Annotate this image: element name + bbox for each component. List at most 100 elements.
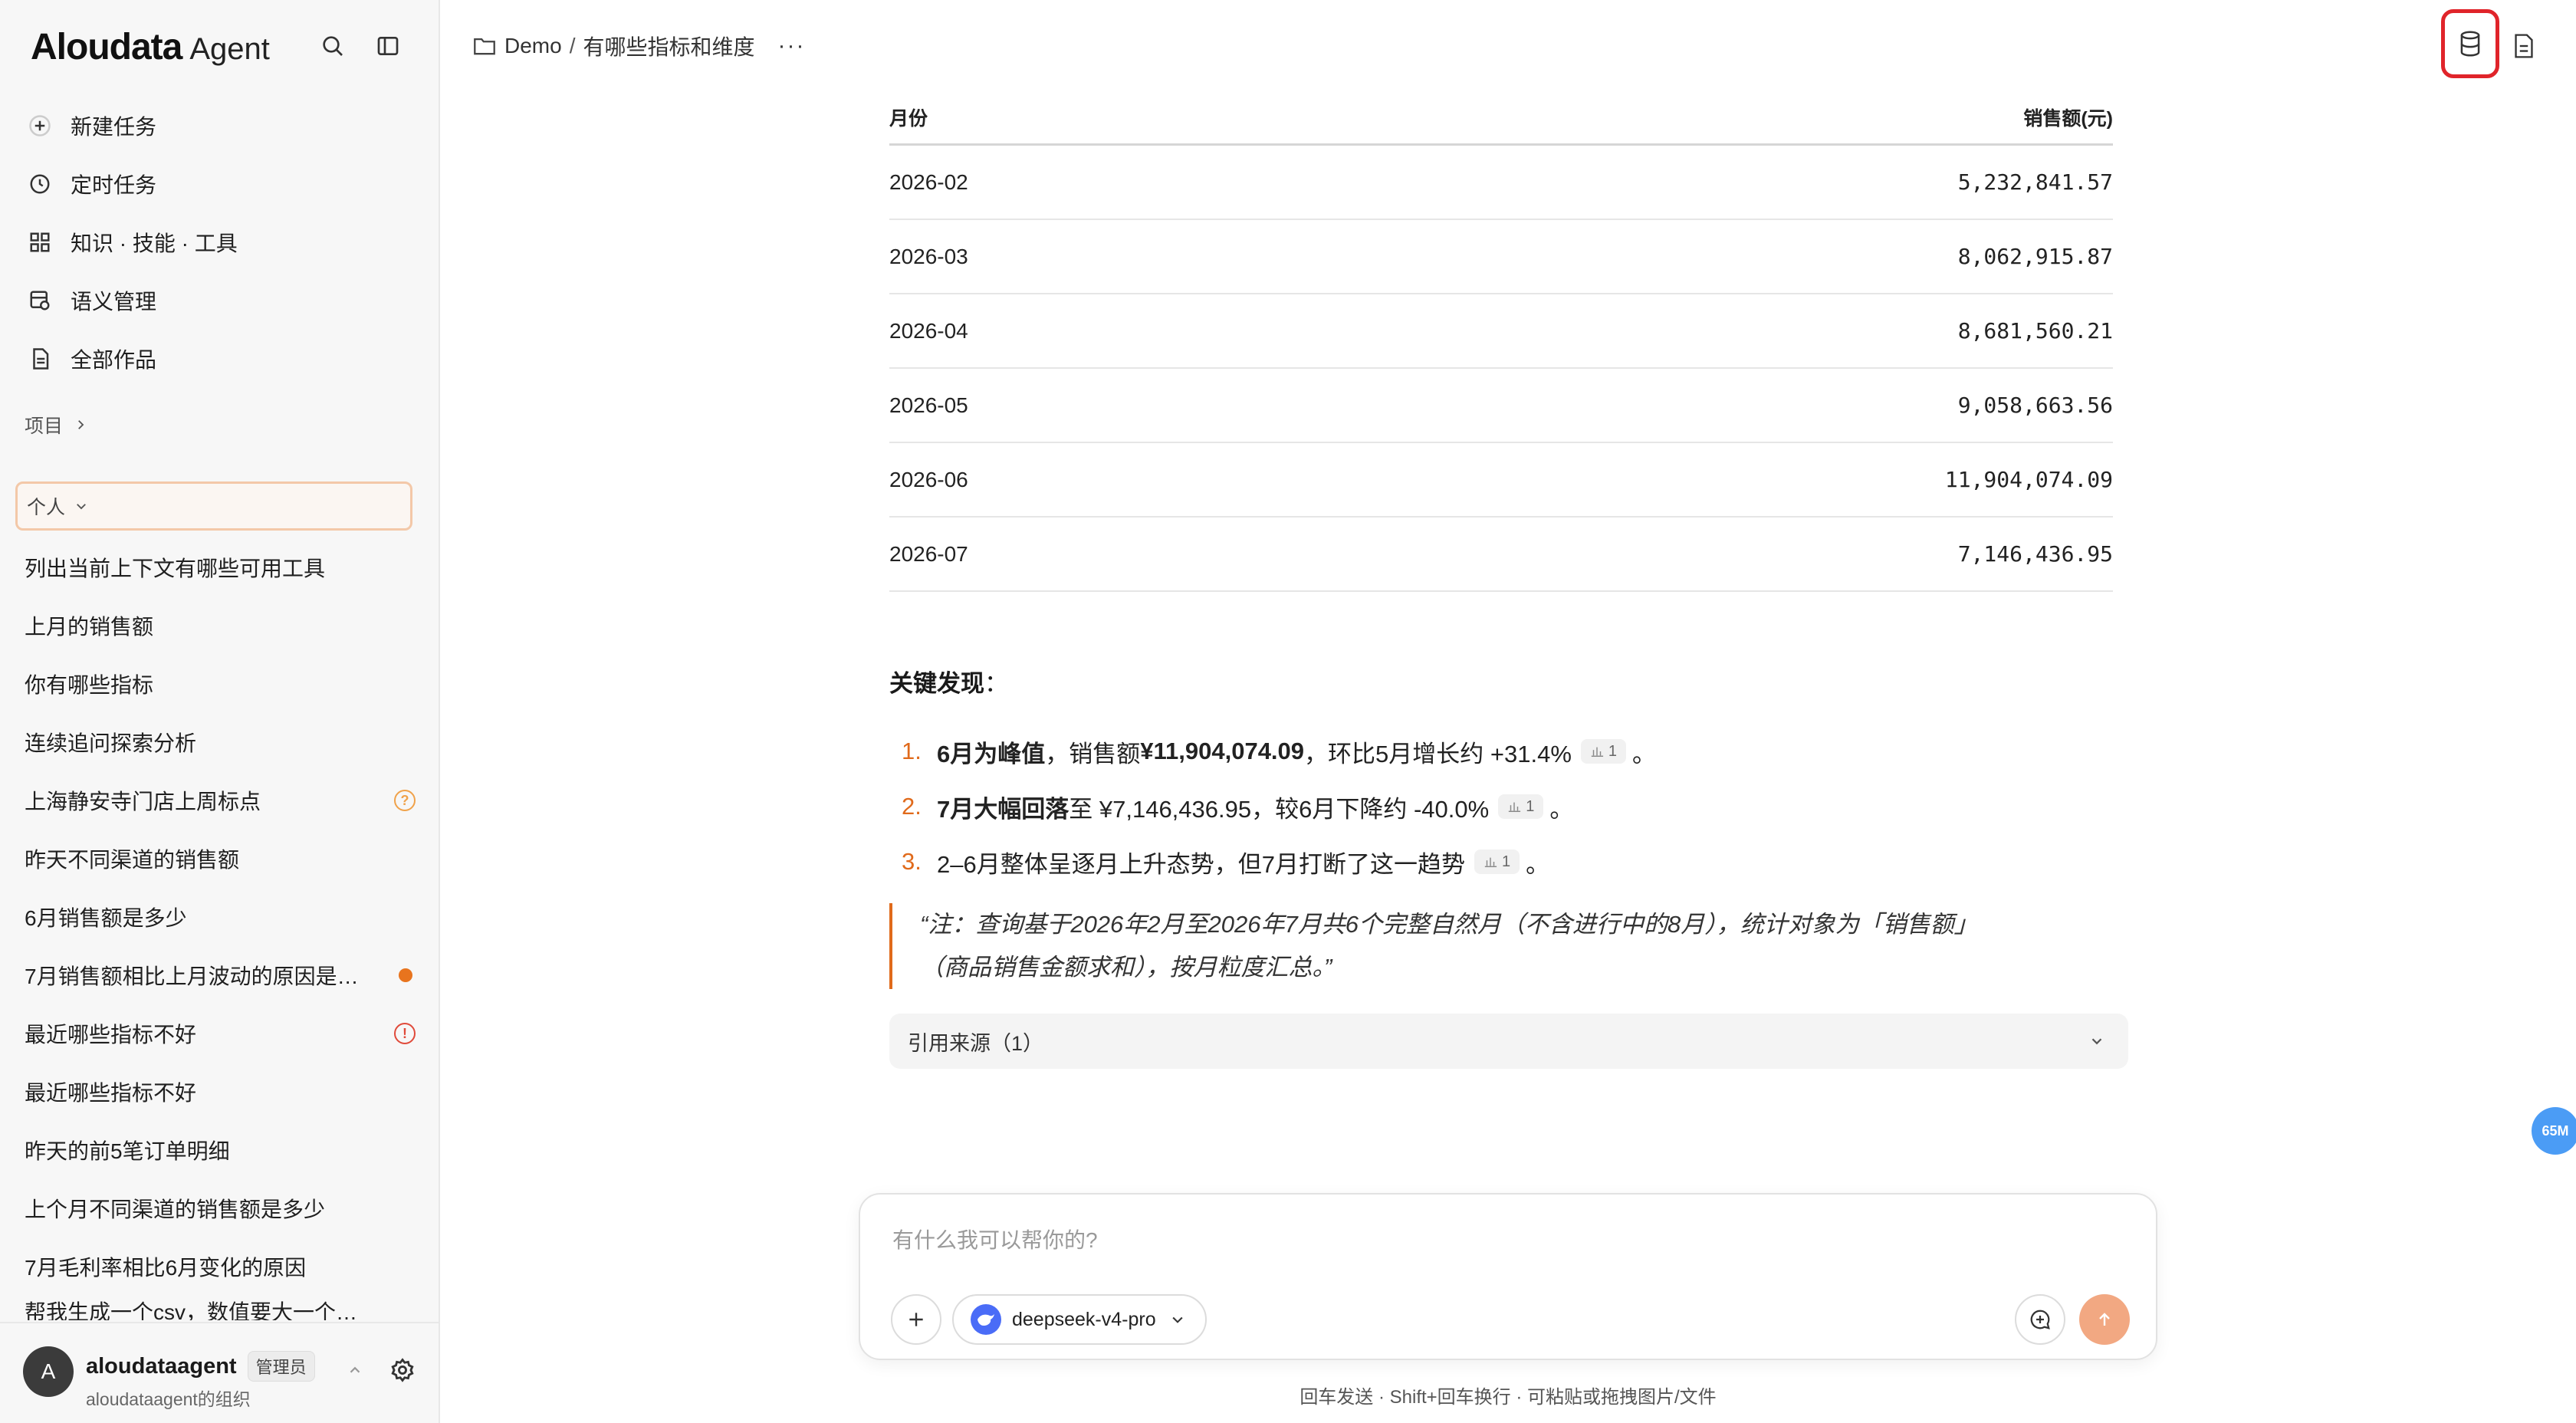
findings-title-text: 关键发现 bbox=[889, 670, 984, 697]
group-selector[interactable]: 个人 bbox=[15, 481, 412, 531]
history-item[interactable]: 帮我生成一个csv，数值要大一个使用利润 bbox=[25, 1296, 416, 1320]
running-status-dot bbox=[399, 968, 412, 982]
nav-label: 全部作品 bbox=[71, 348, 157, 372]
finding-text: 至 ¥7,146,436.95，较6月下降约 -40.0% bbox=[1069, 795, 1490, 823]
sidebar: Aloudata Agent 新建任务 定时任务 知识 · 技能 · 工具 语义… bbox=[0, 0, 440, 1423]
history-item[interactable]: 上海静安寺门店上周标点? bbox=[25, 771, 416, 830]
nav-all-works[interactable]: 全部作品 bbox=[21, 330, 420, 388]
projects-section[interactable]: 项目 bbox=[25, 411, 87, 439]
note-line: （商品销售金额求和），按月粒度汇总。” bbox=[920, 954, 1332, 981]
citation-chip[interactable]: 1 bbox=[1498, 794, 1544, 819]
citation-count: 1 bbox=[1608, 742, 1618, 760]
cell-month: 2026-06 bbox=[889, 467, 968, 491]
document-panel-button[interactable] bbox=[2507, 29, 2541, 63]
history-item[interactable]: 昨天不同渠道的销售额 bbox=[25, 830, 416, 888]
finding-end: 。 bbox=[1549, 795, 1574, 823]
finding-item: 3. 2–6月整体呈逐月上升态势，但7月打断了这一趋势 1 。 bbox=[889, 834, 2193, 889]
history-item[interactable]: 你有哪些指标 bbox=[25, 655, 416, 713]
clock-icon bbox=[26, 170, 54, 198]
breadcrumb-separator: / bbox=[569, 34, 576, 58]
plus-icon bbox=[26, 112, 54, 140]
table-row: 2026-03 8,062,915.87 bbox=[889, 220, 2113, 294]
send-button[interactable] bbox=[2079, 1294, 2130, 1345]
cell-sales: 7,146,436.95 bbox=[1957, 541, 2113, 567]
history-title: 7月毛利率相比6月变化的原因 bbox=[25, 1256, 307, 1280]
history-title: 上月的销售额 bbox=[25, 615, 154, 639]
history-item[interactable]: 最近哪些指标不好 bbox=[25, 1063, 416, 1121]
document-icon bbox=[26, 345, 54, 373]
model-name: deepseek-v4-pro bbox=[1012, 1308, 1156, 1330]
chevron-up-icon[interactable] bbox=[347, 1362, 363, 1379]
deepseek-logo-icon bbox=[971, 1304, 1001, 1335]
finding-bold: 6月为峰值 bbox=[937, 740, 1046, 767]
folder-icon bbox=[474, 38, 495, 55]
chevron-down-icon bbox=[2091, 1038, 2102, 1045]
avatar: A bbox=[23, 1346, 74, 1397]
history-item[interactable]: 上个月不同渠道的销售额是多少 bbox=[25, 1179, 416, 1237]
breadcrumb-folder[interactable]: Demo bbox=[504, 34, 562, 58]
history-item[interactable]: 7月销售额相比上月波动的原因是什么 bbox=[25, 946, 416, 1004]
group-label: 个人 bbox=[27, 497, 66, 518]
findings-list: 1. 6月为峰值 ，销售额 ¥11,904,074.09 ，环比5月增长约 +3… bbox=[889, 724, 2193, 889]
finding-text: ，销售额 bbox=[1045, 740, 1141, 767]
composer-hint: 回车发送 · Shift+回车换行 · 可粘贴或拖拽图片/文件 bbox=[1300, 1387, 1717, 1408]
error-status-icon: ! bbox=[394, 1023, 416, 1044]
chat-composer: 有什么我可以帮你的? deepseek-v4-pro bbox=[859, 1193, 2157, 1360]
finding-number: 3. bbox=[902, 848, 922, 875]
history-title: 连续追问探索分析 bbox=[25, 731, 197, 755]
model-selector[interactable]: deepseek-v4-pro bbox=[952, 1294, 1207, 1345]
nav-new-task[interactable]: 新建任务 bbox=[21, 97, 420, 155]
chat-input[interactable]: 有什么我可以帮你的? bbox=[892, 1224, 1098, 1254]
findings-title: 关键发现： bbox=[889, 664, 1008, 698]
table-header: 月份 销售额(元) bbox=[889, 90, 2113, 146]
app-logo: Aloudata Agent bbox=[31, 26, 270, 67]
citation-chip[interactable]: 1 bbox=[1474, 850, 1520, 874]
sources-label: 引用来源（1） bbox=[908, 1031, 1044, 1055]
cell-month: 2026-04 bbox=[889, 318, 968, 343]
table-row: 2026-02 5,232,841.57 bbox=[889, 146, 2113, 220]
memory-usage-badge[interactable]: 65M bbox=[2532, 1107, 2576, 1155]
history-item[interactable]: 列出当前上下文有哪些可用工具 bbox=[25, 538, 416, 596]
cell-sales: 5,232,841.57 bbox=[1957, 169, 2113, 195]
user-name: aloudataagent bbox=[86, 1353, 237, 1379]
sidebar-toggle-icon[interactable] bbox=[371, 29, 405, 63]
cell-sales: 8,681,560.21 bbox=[1957, 318, 2113, 343]
finding-number: 2. bbox=[902, 793, 922, 820]
brand-name: Aloudata bbox=[31, 27, 182, 67]
table-row: 2026-06 11,904,074.09 bbox=[889, 443, 2113, 518]
cell-month: 2026-07 bbox=[889, 541, 968, 566]
nav-scheduled-tasks[interactable]: 定时任务 bbox=[21, 155, 420, 213]
nav-knowledge-skills-tools[interactable]: 知识 · 技能 · 工具 bbox=[21, 213, 420, 271]
history-item[interactable]: 昨天的前5笔订单明细 bbox=[25, 1121, 416, 1179]
history-item[interactable]: 最近哪些指标不好! bbox=[25, 1004, 416, 1063]
history-item[interactable]: 上月的销售额 bbox=[25, 596, 416, 655]
history-title: 上个月不同渠道的销售额是多少 bbox=[25, 1198, 326, 1221]
col-sales-header: 销售额(元) bbox=[2023, 107, 2113, 130]
role-badge: 管理员 bbox=[247, 1351, 315, 1382]
gear-icon[interactable] bbox=[389, 1357, 416, 1383]
finding-bold-value: ¥11,904,074.09 bbox=[1140, 738, 1305, 764]
history-title: 7月销售额相比上月波动的原因是什么 bbox=[25, 965, 362, 988]
history-title: 最近哪些指标不好 bbox=[25, 1081, 197, 1105]
history-title: 最近哪些指标不好 bbox=[25, 1023, 197, 1047]
user-panel[interactable]: A aloudataagent 管理员 aloudataagent的组织 bbox=[0, 1322, 439, 1423]
history-title: 6月销售额是多少 bbox=[25, 906, 187, 930]
conversation-title: 有哪些指标和维度 bbox=[583, 35, 755, 59]
citation-chip[interactable]: 1 bbox=[1580, 739, 1627, 764]
data-source-button[interactable] bbox=[2441, 9, 2499, 78]
chart-icon bbox=[1591, 747, 1603, 758]
sidebar-nav: 新建任务 定时任务 知识 · 技能 · 工具 语义管理 全部作品 bbox=[21, 97, 420, 388]
more-options-button[interactable]: ··· bbox=[778, 33, 806, 59]
history-title: 列出当前上下文有哪些可用工具 bbox=[25, 557, 326, 580]
history-item[interactable]: 6月销售额是多少 bbox=[25, 888, 416, 946]
cell-month: 2026-03 bbox=[889, 244, 968, 268]
add-button[interactable] bbox=[891, 1294, 941, 1345]
document-icon bbox=[2515, 34, 2533, 58]
nav-semantic-management[interactable]: 语义管理 bbox=[21, 271, 420, 330]
new-chat-button[interactable] bbox=[2015, 1294, 2065, 1345]
cell-sales: 8,062,915.87 bbox=[1957, 244, 2113, 269]
history-item[interactable]: 连续追问探索分析 bbox=[25, 713, 416, 771]
search-icon[interactable] bbox=[316, 29, 350, 63]
history-item[interactable]: 7月毛利率相比6月变化的原因 bbox=[25, 1237, 416, 1296]
sources-accordion[interactable]: 引用来源（1） bbox=[889, 1014, 2128, 1069]
